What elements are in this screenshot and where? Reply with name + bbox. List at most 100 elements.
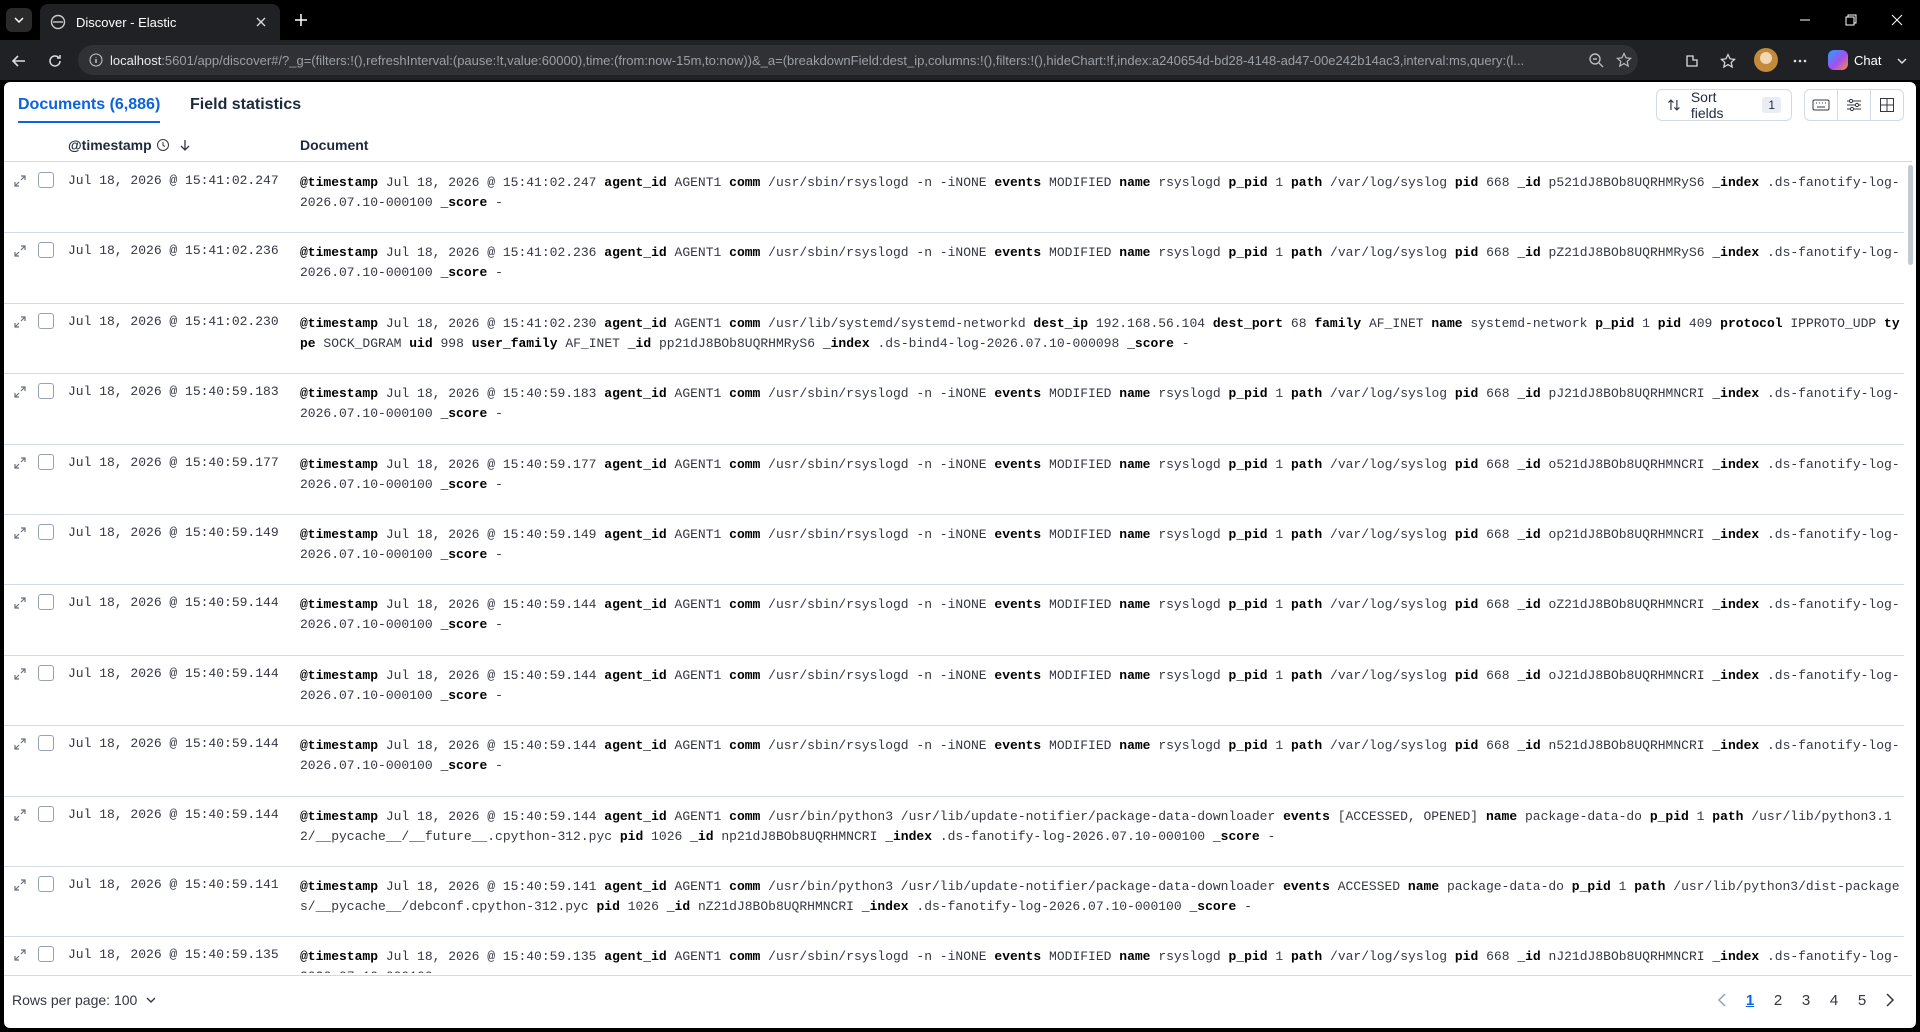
table-row[interactable]: Jul 18, 2026 @ 15:40:59.144 @timestamp Ju… [4, 726, 1904, 797]
close-tab-button[interactable] [252, 13, 270, 31]
table-row[interactable]: Jul 18, 2026 @ 15:41:02.236 @timestamp Ju… [4, 233, 1904, 304]
table-row[interactable]: Jul 18, 2026 @ 15:40:59.135 @timestamp Ju… [4, 937, 1904, 973]
table-row[interactable]: Jul 18, 2026 @ 15:40:59.149 @timestamp Ju… [4, 515, 1904, 586]
field-value: pp21dJ8BOb8UQRHMRyS6 [658, 335, 815, 351]
extension-icon[interactable] [1680, 49, 1704, 73]
field-name: path [1291, 386, 1323, 402]
url-omnibox[interactable]: localhost:5601/app/discover#/?_g=(filter… [78, 45, 1638, 75]
row-checkbox[interactable] [38, 735, 54, 752]
field-name: name [1119, 245, 1151, 261]
page-1-button[interactable]: 1 [1736, 992, 1764, 1009]
page-4-button[interactable]: 4 [1820, 992, 1848, 1009]
sidebar-toggle-icon[interactable] [1890, 49, 1914, 73]
field-name: events [994, 245, 1042, 261]
close-window-button[interactable] [1874, 0, 1920, 40]
field-value: /usr/sbin/rsyslogd -n -iNONE [768, 526, 995, 542]
expand-row-icon[interactable] [12, 807, 28, 823]
copilot-chat-button[interactable]: Chat [1820, 46, 1889, 74]
field-name: pid [1454, 949, 1479, 965]
arrow-down-icon[interactable] [178, 138, 192, 152]
url-text[interactable]: localhost:5601/app/discover#/?_g=(filter… [110, 53, 1582, 68]
table-row[interactable]: Jul 18, 2026 @ 15:41:02.247 @timestamp Ju… [4, 163, 1904, 234]
row-checkbox[interactable] [38, 242, 54, 259]
field-name: comm [729, 949, 761, 965]
more-options-icon[interactable] [1788, 49, 1812, 73]
keyboard-shortcuts-button[interactable] [1804, 89, 1838, 121]
field-name: events [994, 175, 1042, 190]
row-checkbox[interactable] [38, 805, 54, 822]
expand-row-icon[interactable] [12, 877, 28, 893]
display-settings-button[interactable] [1837, 89, 1871, 121]
table-row[interactable]: Jul 18, 2026 @ 15:40:59.177 @timestamp Ju… [4, 445, 1904, 515]
zoom-icon[interactable] [1582, 46, 1610, 74]
field-value: rsyslogd [1158, 738, 1221, 754]
tab-field-statistics[interactable]: Field statistics [190, 96, 301, 114]
row-checkbox[interactable] [38, 312, 54, 329]
minimize-button[interactable] [1782, 0, 1828, 40]
row-checkbox[interactable] [38, 172, 54, 188]
field-value: rsyslogd [1158, 456, 1221, 472]
field-name: _score [440, 617, 488, 633]
page-5-button[interactable]: 5 [1848, 992, 1876, 1009]
expand-row-icon[interactable] [12, 666, 28, 682]
page-2-button[interactable]: 2 [1764, 992, 1792, 1009]
row-checkbox[interactable] [38, 946, 54, 963]
back-button[interactable] [8, 50, 30, 72]
new-tab-button[interactable] [290, 9, 312, 31]
restore-button[interactable] [1828, 0, 1874, 40]
reload-button[interactable] [44, 50, 66, 72]
table-row[interactable]: Jul 18, 2026 @ 15:40:59.141 @timestamp Ju… [4, 867, 1904, 938]
next-page-button[interactable] [1876, 990, 1904, 1010]
table-row[interactable]: Jul 18, 2026 @ 15:40:59.144 @timestamp Ju… [4, 656, 1904, 727]
column-header-timestamp[interactable]: @timestamp [68, 137, 192, 153]
grid-scrollbar[interactable] [1908, 163, 1914, 973]
table-row[interactable]: Jul 18, 2026 @ 15:40:59.183 @timestamp Ju… [4, 374, 1904, 445]
row-checkbox[interactable] [38, 523, 54, 540]
expand-row-icon[interactable] [12, 455, 28, 471]
expand-row-icon[interactable] [12, 736, 28, 752]
tab-list-button[interactable] [6, 8, 32, 32]
table-row[interactable]: Jul 18, 2026 @ 15:40:59.144 @timestamp Ju… [4, 585, 1904, 656]
previous-page-button[interactable] [1708, 990, 1736, 1010]
expand-row-icon[interactable] [12, 314, 28, 330]
site-info-icon[interactable] [86, 50, 106, 70]
field-value: .ds-fanotify-log-2026.07.10-000100 [939, 828, 1206, 844]
field-name: _score [440, 687, 488, 703]
profile-avatar[interactable] [1754, 48, 1778, 72]
table-row[interactable]: Jul 18, 2026 @ 15:41:02.230 @timestamp Ju… [4, 304, 1904, 375]
expand-row-icon[interactable] [12, 525, 28, 541]
row-checkbox[interactable] [38, 594, 54, 611]
field-name: p_pid [1649, 808, 1689, 824]
field-value: AGENT1 [674, 245, 722, 261]
field-name: comm [729, 245, 761, 261]
expand-row-icon[interactable] [12, 243, 28, 259]
sliders-icon [1847, 98, 1861, 112]
star-icon[interactable] [1610, 46, 1638, 74]
sort-fields-button[interactable]: Sort fields 1 [1656, 89, 1792, 121]
fullscreen-button[interactable] [1870, 89, 1904, 121]
page-3-button[interactable]: 3 [1792, 992, 1820, 1009]
row-checkbox[interactable] [38, 383, 54, 400]
expand-row-icon[interactable] [12, 384, 28, 400]
browser-tab[interactable]: Discover - Elastic [40, 4, 280, 40]
field-name: name [1119, 456, 1151, 472]
field-name: _index [1712, 949, 1760, 965]
row-checkbox[interactable] [38, 664, 54, 681]
rows-per-page-button[interactable]: Rows per page: 100 [12, 992, 157, 1008]
expand-row-icon[interactable] [12, 173, 28, 189]
field-name: _score [1212, 828, 1260, 844]
field-value: /usr/sbin/rsyslogd -n -iNONE [768, 949, 995, 965]
expand-row-icon[interactable] [12, 595, 28, 611]
column-header-document[interactable]: Document [300, 137, 368, 153]
scrollbar-thumb[interactable] [1908, 165, 1913, 265]
row-checkbox[interactable] [38, 453, 54, 470]
field-name: _score [440, 546, 488, 562]
expand-row-icon[interactable] [12, 947, 28, 963]
row-checkbox[interactable] [38, 875, 54, 892]
field-name: pid [1454, 526, 1479, 542]
table-row[interactable]: Jul 18, 2026 @ 15:40:59.144 @timestamp Ju… [4, 797, 1904, 867]
field-value: rsyslogd [1158, 597, 1221, 613]
favorites-icon[interactable] [1716, 49, 1740, 73]
field-name: agent_id [604, 526, 667, 542]
tab-documents[interactable]: Documents (6,886) [18, 96, 161, 123]
